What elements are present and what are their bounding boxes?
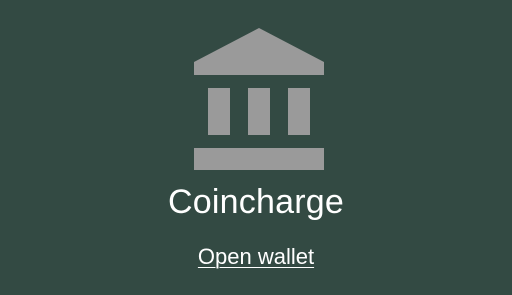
wallet-launch-screen: Coincharge Open wallet	[0, 0, 512, 295]
bank-icon	[194, 28, 324, 170]
open-wallet-link[interactable]: Open wallet	[198, 244, 314, 269]
app-name: Coincharge	[168, 183, 344, 221]
open-wallet-link-container: Open wallet	[0, 242, 512, 272]
